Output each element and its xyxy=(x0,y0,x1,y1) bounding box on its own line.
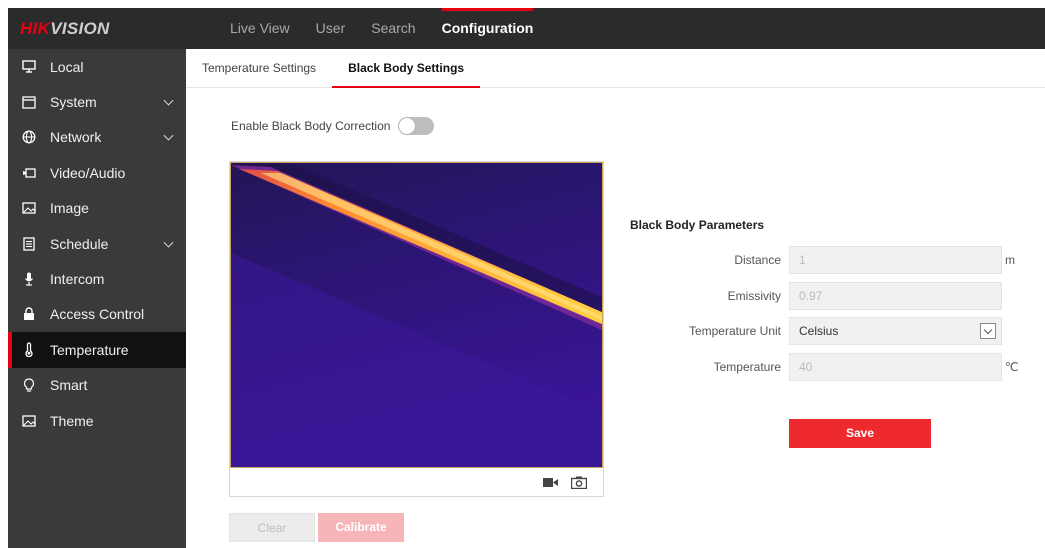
enable-black-body-toggle[interactable] xyxy=(398,117,435,135)
distance-unit: m xyxy=(1005,253,1015,267)
thermometer-icon xyxy=(22,342,36,358)
nav-configuration[interactable]: Configuration xyxy=(441,8,533,49)
image-icon xyxy=(22,201,36,215)
black-body-parameters-title: Black Body Parameters xyxy=(630,218,765,232)
lock-icon xyxy=(22,307,36,321)
temperature-unit-value: Celsius xyxy=(799,324,839,338)
temperature-field[interactable]: 40 xyxy=(789,353,1002,381)
thermal-video-feed[interactable] xyxy=(230,162,603,468)
sidebar-item-local[interactable]: Local xyxy=(8,49,186,84)
sidebar-item-label: Schedule xyxy=(50,235,109,252)
temperature-unit-symbol: ℃ xyxy=(1005,360,1019,374)
video-toolbar xyxy=(230,468,603,496)
camera-icon xyxy=(22,166,36,180)
theme-icon xyxy=(22,414,36,428)
sidebar-item-network[interactable]: Network xyxy=(8,120,186,155)
sidebar-item-access-control[interactable]: Access Control xyxy=(8,297,186,332)
sidebar-item-schedule[interactable]: Schedule xyxy=(8,226,186,261)
video-preview-panel xyxy=(229,161,604,497)
sidebar-item-label: Local xyxy=(50,58,84,75)
logo-red-text: HIK xyxy=(20,19,51,38)
chevron-down-icon[interactable] xyxy=(980,323,996,339)
calibrate-button[interactable]: Calibrate xyxy=(318,513,404,542)
bulb-icon xyxy=(22,378,36,392)
record-video-icon[interactable] xyxy=(542,474,560,490)
top-navigation: Live View User Search Configuration xyxy=(230,8,559,49)
sidebar-item-label: Access Control xyxy=(50,306,145,323)
sidebar-item-image[interactable]: Image xyxy=(8,191,186,226)
sidebar-item-intercom[interactable]: Intercom xyxy=(8,261,186,296)
sidebar-item-temperature[interactable]: Temperature xyxy=(8,332,186,368)
distance-field[interactable]: 1 xyxy=(789,246,1002,274)
monitor-icon xyxy=(22,60,36,74)
enable-black-body-row: Enable Black Body Correction xyxy=(231,117,435,135)
chevron-down-icon[interactable] xyxy=(163,131,174,142)
enable-black-body-label: Enable Black Body Correction xyxy=(231,119,391,133)
emissivity-label: Emissivity xyxy=(727,289,781,303)
sub-tabs: Temperature Settings Black Body Settings xyxy=(186,49,1045,88)
tab-temperature-settings[interactable]: Temperature Settings xyxy=(186,49,332,87)
nav-search[interactable]: Search xyxy=(371,8,415,49)
tab-black-body-settings[interactable]: Black Body Settings xyxy=(332,49,481,88)
logo-grey-text: VISION xyxy=(50,19,110,38)
sidebar-item-label: Intercom xyxy=(50,271,105,288)
chevron-down-icon[interactable] xyxy=(163,237,174,248)
sidebar-item-label: System xyxy=(50,94,97,111)
sidebar-item-label: Network xyxy=(50,129,102,146)
sidebar-item-system[interactable]: System xyxy=(8,84,186,119)
globe-icon xyxy=(22,130,36,144)
snapshot-camera-icon[interactable] xyxy=(570,474,588,490)
sidebar-item-label: Theme xyxy=(50,412,94,429)
temperature-unit-label: Temperature Unit xyxy=(688,324,781,338)
schedule-icon xyxy=(22,236,36,251)
save-button[interactable]: Save xyxy=(789,419,931,448)
sidebar: Local System Network Video/Audio Image S… xyxy=(8,49,186,548)
chevron-down-icon[interactable] xyxy=(163,95,174,106)
distance-label: Distance xyxy=(734,253,781,267)
emissivity-field[interactable]: 0.97 xyxy=(789,282,1002,310)
top-bar: HIKVISION Live View User Search Configur… xyxy=(8,8,1045,49)
sidebar-item-label: Video/Audio xyxy=(50,164,126,181)
nav-user[interactable]: User xyxy=(316,8,346,49)
toggle-knob xyxy=(399,118,416,134)
sidebar-item-theme[interactable]: Theme xyxy=(8,403,186,438)
temperature-unit-select[interactable]: Celsius xyxy=(789,317,1002,345)
temperature-label: Temperature xyxy=(713,360,781,374)
microphone-icon xyxy=(22,272,36,286)
sidebar-item-label: Smart xyxy=(50,377,88,394)
thermal-image xyxy=(231,163,602,467)
sidebar-item-video-audio[interactable]: Video/Audio xyxy=(8,155,186,190)
window-icon xyxy=(22,95,36,109)
sidebar-item-smart[interactable]: Smart xyxy=(8,368,186,403)
clear-button[interactable]: Clear xyxy=(229,513,315,542)
nav-live-view[interactable]: Live View xyxy=(230,8,290,49)
hikvision-logo: HIKVISION xyxy=(20,8,110,49)
sidebar-item-label: Image xyxy=(50,200,89,217)
sidebar-item-label: Temperature xyxy=(50,341,129,358)
